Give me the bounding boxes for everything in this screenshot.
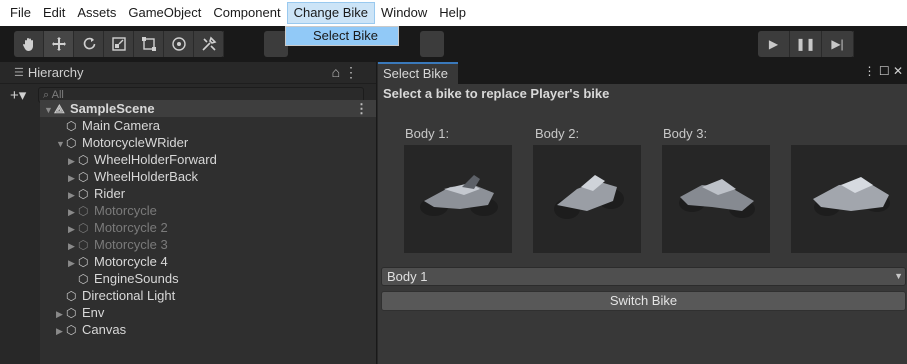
hierarchy-item-label: Rider bbox=[94, 186, 126, 201]
menu-change-bike[interactable]: Change Bike bbox=[286, 2, 376, 24]
hierarchy-item[interactable]: ⬡ Directional Light bbox=[40, 287, 376, 304]
playback-controls: ▶ ❚❚ ▶| bbox=[758, 31, 854, 57]
chevron-down-icon: ▼ bbox=[894, 271, 903, 281]
hierarchy-tree: ▼⟁ SampleScene ⋮ ⬡ Main Camera ▼⬡ MotorcycleWR… bbox=[40, 100, 376, 364]
menu-bar: File Edit Assets GameObject Component Ch… bbox=[0, 0, 907, 26]
hierarchy-item[interactable]: ⬡ Main Camera bbox=[40, 117, 376, 134]
hierarchy-item-label: MotorcycleWRider bbox=[82, 135, 189, 150]
body-1-label: Body 1: bbox=[405, 126, 450, 141]
hierarchy-item[interactable]: ▶ ⬡ WheelHolderForward bbox=[40, 151, 376, 168]
toolbar: ▶ ❚❚ ▶| bbox=[0, 26, 907, 62]
hierarchy-item[interactable]: ▶ ⬡ Canvas bbox=[40, 321, 376, 338]
hierarchy-item[interactable]: ▶ ⬡ Motorcycle 3 bbox=[40, 236, 376, 253]
expand-right-icon[interactable]: ▶ bbox=[56, 323, 66, 340]
body-2-label: Body 2: bbox=[535, 126, 580, 141]
rect-tool-icon[interactable] bbox=[134, 31, 164, 57]
motorcycle-icon bbox=[420, 175, 498, 216]
bike-2-thumbnail[interactable] bbox=[533, 145, 641, 253]
scale-tool-icon[interactable] bbox=[104, 31, 134, 57]
hand-tool-icon[interactable] bbox=[14, 31, 44, 57]
hierarchy-item-label: Canvas bbox=[82, 322, 127, 337]
hierarchy-tab-bar: ☰ Hierarchy ⌂ ⋮ bbox=[0, 62, 376, 84]
menu-component[interactable]: Component bbox=[207, 2, 286, 24]
hierarchy-item[interactable]: ▶ ⬡ Motorcycle bbox=[40, 202, 376, 219]
hierarchy-item[interactable]: ▶ ⬡ Env bbox=[40, 304, 376, 321]
hierarchy-item[interactable]: ▼⬡ MotorcycleWRider bbox=[40, 134, 376, 151]
scene-row[interactable]: ▼⟁ SampleScene ⋮ bbox=[40, 100, 376, 117]
gameobject-cube-icon: ⬡ bbox=[78, 221, 89, 235]
select-bike-window: Select Bike ⋮ ☐ ✕ Select a bike to repla… bbox=[378, 62, 907, 364]
hierarchy-tab[interactable]: Hierarchy bbox=[28, 65, 84, 80]
gameobject-cube-icon: ⬡ bbox=[78, 272, 89, 286]
body-select-value: Body 1 bbox=[387, 269, 428, 284]
hierarchy-item-label: Main Camera bbox=[82, 118, 161, 133]
bike-1-thumbnail[interactable] bbox=[404, 145, 512, 253]
move-tool-icon[interactable] bbox=[44, 31, 74, 57]
menu-help[interactable]: Help bbox=[433, 2, 472, 24]
menu-gameobject[interactable]: GameObject bbox=[122, 2, 207, 24]
bike-3-thumbnail[interactable] bbox=[662, 145, 770, 253]
unity-scene-icon: ⟁ bbox=[54, 102, 65, 116]
hierarchy-item-label: Env bbox=[82, 305, 105, 320]
gameobject-cube-icon: ⬡ bbox=[66, 306, 77, 320]
switch-bike-button[interactable]: Switch Bike bbox=[381, 291, 906, 311]
transform-tools bbox=[14, 31, 224, 57]
hierarchy-item[interactable]: ▶ ⬡ Motorcycle 4 bbox=[40, 253, 376, 270]
hierarchy-item-label: Motorcycle 2 bbox=[94, 220, 168, 235]
gameobject-cube-icon: ⬡ bbox=[78, 187, 89, 201]
play-icon[interactable]: ▶ bbox=[758, 31, 790, 57]
create-plus-icon[interactable]: +▾ bbox=[10, 86, 38, 104]
hierarchy-item-label: Motorcycle 4 bbox=[94, 254, 168, 269]
menu-window[interactable]: Window bbox=[375, 2, 433, 24]
window-menu-icon[interactable]: ⋮ ☐ ✕ bbox=[864, 64, 903, 78]
hierarchy-item[interactable]: ▶ ⬡ Motorcycle 2 bbox=[40, 219, 376, 236]
scene-menu-icon[interactable]: ⋮ bbox=[355, 100, 368, 117]
menu-edit[interactable]: Edit bbox=[37, 2, 71, 24]
transform-tool-icon[interactable] bbox=[164, 31, 194, 57]
gameobject-cube-icon: ⬡ bbox=[66, 289, 77, 303]
hierarchy-item[interactable]: ▶ ⬡ Rider bbox=[40, 185, 376, 202]
gameobject-cube-icon: ⬡ bbox=[78, 255, 89, 269]
gameobject-cube-icon: ⬡ bbox=[78, 238, 89, 252]
motorcycle-icon bbox=[679, 179, 755, 218]
menu-assets[interactable]: Assets bbox=[71, 2, 122, 24]
hierarchy-item-label: Motorcycle 3 bbox=[94, 237, 168, 252]
hierarchy-item-label: SampleScene bbox=[70, 101, 155, 116]
gameobject-cube-icon: ⬡ bbox=[78, 153, 89, 167]
body-select-dropdown[interactable]: Body 1 ▼ bbox=[381, 267, 906, 286]
gameobject-cube-icon: ⬡ bbox=[66, 119, 77, 133]
motorcycle-icon bbox=[813, 177, 890, 216]
hierarchy-list-icon: ☰ bbox=[14, 67, 24, 79]
gameobject-cube-icon: ⬡ bbox=[66, 136, 77, 150]
hierarchy-item-label: WheelHolderForward bbox=[94, 152, 217, 167]
change-bike-dropdown: Select Bike bbox=[285, 26, 399, 46]
hierarchy-panel: ☰ Hierarchy ⌂ ⋮ +▾ ⌕ All ▼⟁ SampleScene ⋮ ⬡… bbox=[0, 62, 377, 364]
bike-4-thumbnail[interactable] bbox=[791, 145, 907, 253]
hierarchy-item-label: Directional Light bbox=[82, 288, 176, 303]
custom-tool-icon[interactable] bbox=[194, 31, 224, 57]
select-bike-tab[interactable]: Select Bike bbox=[378, 62, 459, 84]
hierarchy-lock-menu-icon[interactable]: ⌂ ⋮ bbox=[332, 64, 358, 81]
hierarchy-item-label: WheelHolderBack bbox=[94, 169, 199, 184]
window-tab-bar: Select Bike bbox=[378, 62, 907, 84]
gameobject-cube-icon: ⬡ bbox=[66, 323, 77, 337]
hierarchy-item-label: EngineSounds bbox=[94, 271, 179, 286]
menu-item-select-bike[interactable]: Select Bike bbox=[286, 27, 398, 45]
pause-icon[interactable]: ❚❚ bbox=[790, 31, 822, 57]
hierarchy-item[interactable]: ▶ ⬡ WheelHolderBack bbox=[40, 168, 376, 185]
grid-snap-icon[interactable] bbox=[420, 31, 444, 57]
menu-file[interactable]: File bbox=[4, 2, 37, 24]
hierarchy-item[interactable]: ⬡ EngineSounds bbox=[40, 270, 376, 287]
gameobject-cube-icon: ⬡ bbox=[78, 204, 89, 218]
motorcycle-icon bbox=[554, 175, 624, 219]
gameobject-cube-icon: ⬡ bbox=[78, 170, 89, 184]
rotate-tool-icon[interactable] bbox=[74, 31, 104, 57]
window-title: Select a bike to replace Player's bike bbox=[383, 86, 610, 101]
hierarchy-item-label: Motorcycle bbox=[94, 203, 157, 218]
step-icon[interactable]: ▶| bbox=[822, 31, 854, 57]
body-3-label: Body 3: bbox=[663, 126, 708, 141]
